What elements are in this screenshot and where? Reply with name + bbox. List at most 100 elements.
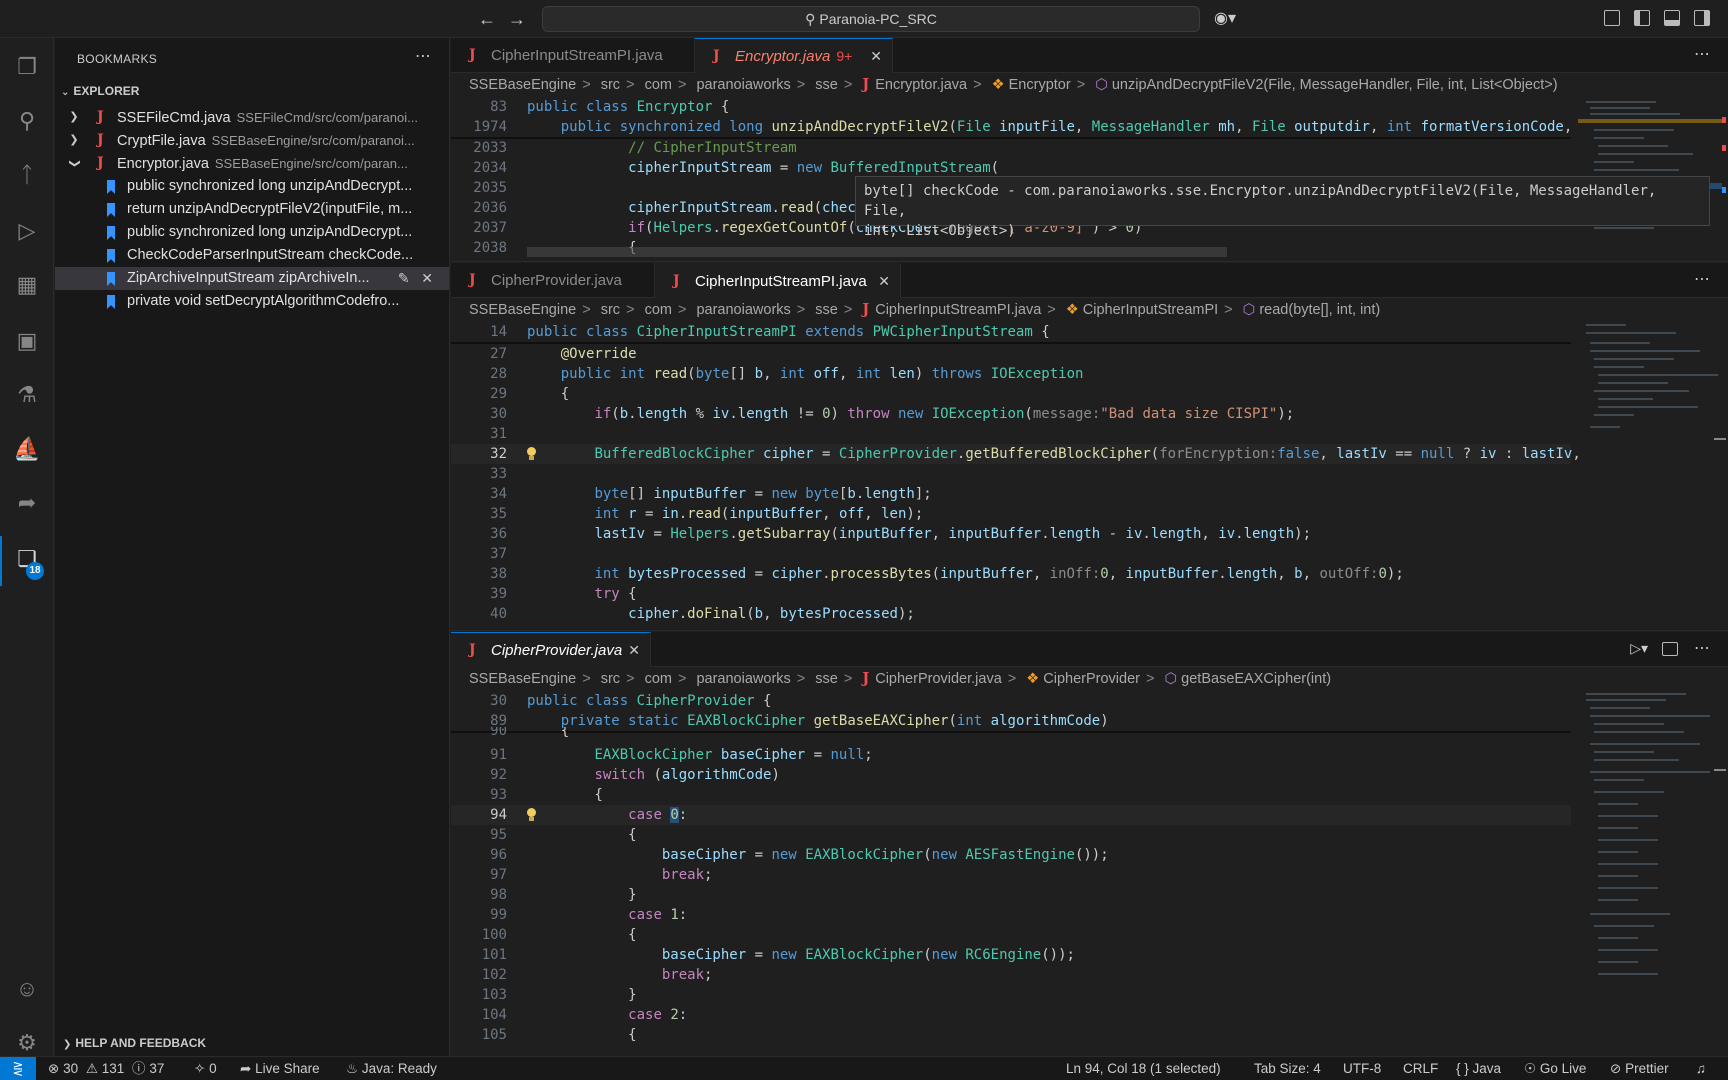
bookmark-label: private void setDecryptAlgorithmCodefro.… — [127, 293, 400, 309]
more-actions-icon[interactable]: ⋯ — [1694, 269, 1710, 289]
tab-cipherinputstreampi[interactable]: J CipherInputStreamPI.java ✕ — [655, 263, 901, 298]
live-share-icon[interactable]: ➦ — [10, 486, 44, 520]
toggle-secondary-sidebar-icon[interactable] — [1694, 10, 1710, 26]
tab-encryptor[interactable]: J Encryptor.java 9+ ✕ — [695, 38, 893, 73]
breadcrumb-item[interactable]: sse — [815, 302, 838, 318]
cursor-position[interactable]: Ln 94, Col 18 (1 selected) — [1066, 1057, 1221, 1080]
tab-cipherprovider[interactable]: J CipherProvider.java — [451, 263, 655, 298]
breadcrumb-item[interactable]: paranoiaworks — [696, 77, 790, 93]
tab-cipherinputstreampi[interactable]: J CipherInputStreamPI.java — [451, 38, 695, 73]
manage-gear-icon[interactable]: ⚙ — [10, 1026, 44, 1060]
breadcrumb-item[interactable]: com — [645, 671, 672, 687]
line-ending[interactable]: CRLF — [1403, 1057, 1438, 1080]
remote-explorer-icon[interactable]: ▣ — [10, 324, 44, 358]
line-number: 30 — [490, 693, 507, 709]
toggle-primary-sidebar-icon[interactable] — [1634, 10, 1650, 26]
language-mode[interactable]: { } Java — [1456, 1057, 1501, 1080]
breadcrumb-item[interactable]: CipherInputStreamPI.java — [875, 302, 1041, 318]
more-actions-icon[interactable]: ⋯ — [1694, 44, 1710, 64]
line-number: 29 — [490, 386, 507, 402]
bell-icon[interactable]: ♫ — [1696, 1057, 1706, 1080]
broadcast-icon: ☉ — [1524, 1061, 1537, 1076]
breadcrumb-item[interactable]: CipherProvider.java — [875, 671, 1002, 687]
run-debug-icon[interactable]: ▷ — [10, 214, 44, 248]
breadcrumb-item[interactable]: unzipAndDecryptFileV2(File, MessageHandl… — [1112, 77, 1558, 93]
bookmarks-badge: 18 — [26, 562, 44, 580]
breadcrumb-item[interactable]: Encryptor.java — [875, 77, 967, 93]
breadcrumb-item[interactable]: src — [601, 671, 620, 687]
copilot-icon[interactable]: ◉▾ — [1214, 8, 1254, 30]
java-status[interactable]: ♨ Java: Ready — [346, 1057, 437, 1080]
breadcrumb-item[interactable]: CipherInputStreamPI — [1083, 302, 1218, 318]
bookmark-item[interactable]: private void setDecryptAlgorithmCodefro.… — [55, 290, 449, 313]
source-control-icon[interactable]: ᛏ — [10, 158, 44, 192]
java-file-icon: J — [673, 273, 680, 289]
explorer-section-header[interactable]: ⌄ EXPLORER — [61, 84, 139, 98]
search-icon[interactable]: ⚲ — [10, 104, 44, 138]
bookmark-item[interactable]: CheckCodeParserInputStream checkCode... — [55, 244, 449, 267]
remote-indicator-icon[interactable]: ⋛ — [0, 1057, 36, 1080]
breadcrumb-item[interactable]: SSEBaseEngine — [469, 671, 576, 687]
toggle-panel-icon[interactable] — [1664, 10, 1680, 26]
code-editor[interactable]: 30 public class CipherProvider { 89 priva… — [451, 691, 1571, 1056]
breadcrumb-item[interactable]: sse — [815, 671, 838, 687]
ports-indicator[interactable]: ✧ 0 — [194, 1057, 217, 1080]
tab-cipherprovider[interactable]: J CipherProvider.java ✕ — [451, 632, 651, 667]
bookmark-item[interactable]: public synchronized long unzipAndDecrypt… — [55, 221, 449, 244]
close-icon[interactable]: ✕ — [421, 270, 433, 286]
breadcrumb-item[interactable]: sse — [815, 77, 838, 93]
arrow-right-icon[interactable]: → — [506, 8, 528, 30]
minimap[interactable] — [1578, 322, 1728, 630]
file-item[interactable]: ❯ J SSEFileCmd.java SSEFileCmd/src/com/pa… — [55, 106, 449, 129]
lightbulb-icon[interactable] — [525, 447, 537, 461]
close-icon[interactable]: ✕ — [878, 264, 890, 299]
arrow-left-icon[interactable]: ← — [476, 8, 498, 30]
bookmark-item[interactable]: public synchronized long unzipAndDecrypt… — [55, 175, 449, 198]
prettier-button[interactable]: ⊘ Prettier — [1610, 1057, 1669, 1080]
minimap[interactable] — [1578, 691, 1728, 1056]
problems-indicator[interactable]: ⊗ 30 ⚠ 131 ⓘ 37 — [48, 1057, 164, 1080]
bookmark-item[interactable]: return unzipAndDecryptFileV2(inputFile, … — [55, 198, 449, 221]
extensions-icon[interactable]: ▦ — [10, 268, 44, 302]
run-icon[interactable]: ▷▾ — [1630, 640, 1648, 657]
explorer-icon[interactable]: ❐ — [10, 50, 44, 84]
go-live-button[interactable]: ☉ Go Live — [1524, 1057, 1586, 1080]
ports-icon: ✧ — [194, 1061, 206, 1076]
bookmark-item[interactable]: ZipArchiveInputStream zipArchiveIn... ✎ … — [55, 267, 449, 290]
breadcrumb-item[interactable]: getBaseEAXCipher(int) — [1181, 671, 1331, 687]
lightbulb-icon[interactable] — [525, 808, 537, 822]
breadcrumb-item[interactable]: src — [601, 77, 620, 93]
live-share-button[interactable]: ➦ Live Share — [240, 1057, 320, 1080]
docker-icon[interactable]: ⛵ — [10, 432, 44, 466]
testing-icon[interactable]: ⚗ — [10, 378, 44, 412]
command-center-search[interactable]: ⚲ Paranoia-PC_SRC — [542, 6, 1200, 32]
edit-icon[interactable]: ✎ — [398, 270, 410, 286]
more-actions-icon[interactable]: ⋯ — [1694, 638, 1710, 658]
tab-size[interactable]: Tab Size: 4 — [1254, 1057, 1321, 1080]
breadcrumb-item[interactable]: paranoiaworks — [696, 302, 790, 318]
horizontal-scrollbar[interactable] — [527, 247, 1227, 257]
encoding[interactable]: UTF-8 — [1343, 1057, 1381, 1080]
close-icon[interactable]: ✕ — [870, 39, 882, 74]
breadcrumb: SSEBaseEngine > src > com > paranoiaworks > … — [469, 76, 1558, 93]
breadcrumb-item[interactable]: paranoiaworks — [696, 671, 790, 687]
breadcrumb-item[interactable]: src — [601, 302, 620, 318]
breadcrumb-item[interactable]: SSEBaseEngine — [469, 77, 576, 93]
breadcrumb-item[interactable]: CipherProvider — [1043, 671, 1140, 687]
file-item[interactable]: ❯ J Encryptor.java SSEBaseEngine/src/com/… — [55, 152, 449, 175]
breadcrumb-item[interactable]: com — [645, 302, 672, 318]
customize-layout-icon[interactable] — [1604, 10, 1620, 26]
file-item[interactable]: ❯ J CryptFile.java SSEBaseEngine/src/com/… — [55, 129, 449, 152]
error-count: 30 — [63, 1061, 79, 1076]
close-icon[interactable]: ✕ — [628, 633, 640, 668]
status-bar: ⋛ ⊗ 30 ⚠ 131 ⓘ 37 ✧ 0 ➦ Live Share ♨ Jav… — [0, 1056, 1728, 1080]
split-editor-icon[interactable] — [1662, 642, 1678, 656]
breadcrumb-item[interactable]: SSEBaseEngine — [469, 302, 576, 318]
help-section-header[interactable]: ❯ HELP AND FEEDBACK — [63, 1036, 206, 1050]
accounts-icon[interactable]: ☺ — [10, 972, 44, 1006]
breadcrumb-item[interactable]: com — [645, 77, 672, 93]
code-editor[interactable]: 14 public class CipherInputStreamPI exten… — [451, 322, 1598, 630]
more-actions-icon[interactable]: ⋯ — [415, 46, 431, 66]
breadcrumb-item[interactable]: read(byte[], int, int) — [1259, 302, 1380, 318]
breadcrumb-item[interactable]: Encryptor — [1009, 77, 1071, 93]
